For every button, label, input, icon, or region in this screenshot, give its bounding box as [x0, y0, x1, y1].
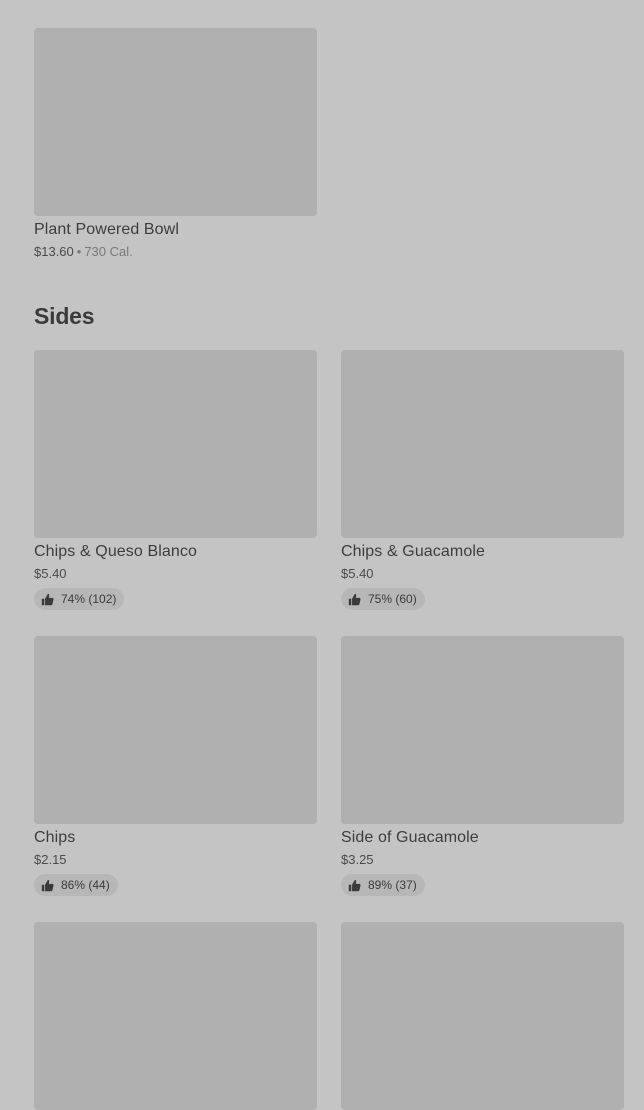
rating-text: 75% (60): [368, 592, 417, 606]
previous-row-cut: [34, 0, 624, 2]
menu-item-calories: 730 Cal.: [84, 244, 133, 259]
menu-item-image[interactable]: [341, 636, 624, 824]
rating-text: 89% (37): [368, 878, 417, 892]
menu-item-card[interactable]: Chips & Queso Blanco $5.40 74% (102): [34, 350, 317, 611]
rating-text: 74% (102): [61, 592, 117, 606]
menu-item-card[interactable]: Chips $2.15 86% (44): [34, 636, 317, 897]
thumbs-up-icon: [348, 593, 361, 605]
rating-badge: 74% (102): [34, 588, 125, 610]
thumbs-up-icon: [348, 879, 361, 891]
menu-item-card[interactable]: Chips & Guacamole $5.40 75% (60): [341, 350, 624, 611]
rating-badge: 89% (37): [341, 874, 425, 896]
menu-item-name: Side of Guacamole: [341, 829, 479, 846]
thumbs-up-icon: [41, 879, 54, 891]
meta-separator: •: [76, 244, 82, 259]
menu-item-card[interactable]: Plant Powered Bowl $13.60 • 730 Cal.: [34, 28, 317, 260]
thumbs-up-icon: [41, 593, 54, 605]
menu-item-meta: $13.60 • 730 Cal.: [34, 244, 317, 260]
rating-text: 86% (44): [61, 878, 110, 892]
menu-item-image[interactable]: [34, 636, 317, 824]
menu-item-card[interactable]: [34, 922, 317, 1110]
menu-item-image[interactable]: [34, 922, 317, 1110]
menu-item-card[interactable]: [341, 922, 624, 1110]
menu-item-price: $3.25: [341, 852, 374, 867]
menu-item-name: Chips: [34, 829, 76, 846]
menu-item-image[interactable]: [341, 350, 624, 538]
menu-item-price: $5.40: [341, 566, 374, 581]
menu-item-name: Chips & Guacamole: [341, 543, 485, 560]
menu-item-image[interactable]: [341, 922, 624, 1110]
section-title-sides: Sides: [34, 303, 95, 329]
menu-item-name: Plant Powered Bowl: [34, 221, 179, 238]
rating-badge: 75% (60): [341, 588, 425, 610]
menu-item-card[interactable]: Side of Guacamole $3.25 89% (37): [341, 636, 624, 897]
menu-item-image[interactable]: [34, 28, 317, 216]
menu-item-name: Chips & Queso Blanco: [34, 543, 197, 560]
rating-badge: 86% (44): [34, 874, 118, 896]
menu-item-image[interactable]: [34, 350, 317, 538]
menu-item-price: $5.40: [34, 566, 67, 581]
menu-item-price: $2.15: [34, 852, 67, 867]
menu-item-price: $13.60: [34, 244, 74, 259]
